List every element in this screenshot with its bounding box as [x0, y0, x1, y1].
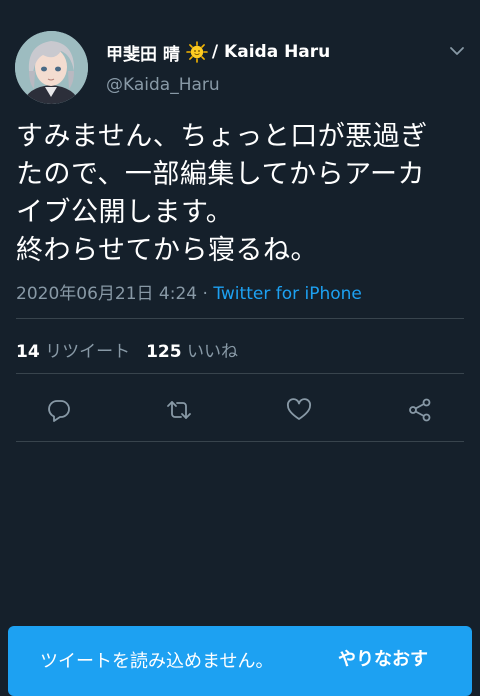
display-name-suffix: / Kaida Haru [211, 42, 331, 62]
share-button[interactable] [402, 392, 438, 428]
tweet-detail: 甲斐田 晴 / Kaida Haru @Kaida_Haru すみません、ちょっ… [0, 0, 480, 696]
error-toast: ツイートを読み込めません。 やりなおす [8, 626, 472, 696]
divider [16, 441, 464, 442]
retry-button[interactable]: やりなおす [338, 645, 428, 671]
toast-message: ツイートを読み込めません。 [40, 651, 274, 672]
avatar[interactable] [15, 31, 88, 104]
divider [16, 318, 464, 319]
avatar-portrait-icon [15, 31, 88, 104]
retweet-stat[interactable]: 14 リツイート [16, 342, 130, 362]
engagement-stats: 14 リツイート 125 いいね [16, 337, 238, 362]
meta-separator: · [197, 284, 214, 304]
retweet-label: リツイート [45, 342, 131, 362]
retweet-count: 14 [16, 342, 40, 362]
reply-button[interactable] [41, 392, 77, 428]
chevron-down-icon[interactable] [448, 44, 466, 58]
tweet-text: すみません、ちょっと口が悪過ぎ たので、一部編集してからアーカ イブ公開します。… [16, 118, 468, 270]
sun-with-face-icon [186, 41, 208, 63]
tweet-timestamp[interactable]: 2020年06月21日 4:24 [16, 284, 197, 304]
tweet-text-line: 終わらせてから寝るね。 [16, 235, 318, 266]
reply-icon [48, 400, 70, 422]
tweet-text-line: たので、一部編集してからアーカ [16, 159, 425, 190]
user-handle[interactable]: @Kaida_Haru [106, 75, 220, 95]
like-count: 125 [146, 342, 182, 362]
tweet-meta: 2020年06月21日 4:24 · Twitter for iPhone [16, 279, 362, 304]
display-name[interactable]: 甲斐田 晴 / Kaida Haru [106, 40, 331, 65]
share-icon [409, 398, 431, 422]
like-label: いいね [186, 342, 238, 362]
retweet-icon [167, 401, 191, 419]
action-bar [0, 392, 480, 428]
like-button[interactable] [281, 392, 317, 428]
retweet-button[interactable] [161, 392, 197, 428]
tweet-text-line: すみません、ちょっと口が悪過ぎ [16, 121, 428, 152]
divider [16, 373, 464, 374]
tweet-text-line: イブ公開します。 [16, 197, 234, 228]
like-icon [287, 398, 311, 420]
tweet-source-link[interactable]: Twitter for iPhone [213, 284, 362, 304]
display-name-text: 甲斐田 晴 [106, 44, 180, 65]
like-stat[interactable]: 125 いいね [146, 342, 238, 362]
